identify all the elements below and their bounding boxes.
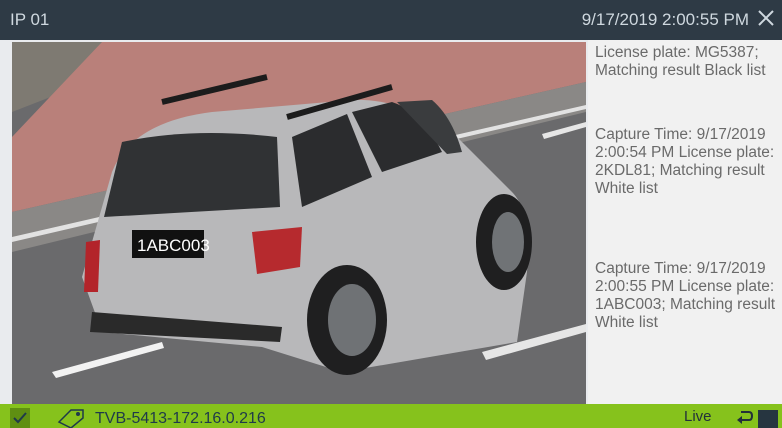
camera-view-window: IP 01 9/17/2019 2:00:55 PM 1ABC003 Licen… — [0, 0, 782, 428]
status-bar: TVB-5413-172.16.0.216 Live — [0, 404, 782, 428]
camera-name: IP 01 — [10, 10, 50, 29]
device-label: TVB-5413-172.16.0.216 — [95, 410, 266, 427]
title-bar: IP 01 9/17/2019 2:00:55 PM — [0, 0, 782, 40]
license-plate-text: 1ABC003 — [137, 236, 210, 255]
log-entry: Capture Time: 9/17/2019 2:00:55 PM Licen… — [595, 260, 776, 331]
rewind-icon[interactable] — [736, 408, 754, 426]
stop-icon[interactable] — [758, 410, 778, 428]
timestamp: 9/17/2019 2:00:55 PM — [581, 10, 749, 29]
check-icon[interactable] — [10, 408, 30, 428]
close-icon[interactable] — [755, 7, 777, 29]
video-feed[interactable]: 1ABC003 — [12, 42, 586, 404]
log-entry: License plate: MG5387; Matching result B… — [595, 44, 766, 79]
camera-image: 1ABC003 — [12, 42, 586, 404]
live-label: Live — [684, 408, 712, 425]
tag-icon — [57, 409, 84, 428]
log-entry: Capture Time: 9/17/2019 2:00:54 PM Licen… — [595, 126, 775, 197]
plate-event-log: License plate: MG5387; Matching result B… — [588, 40, 782, 404]
